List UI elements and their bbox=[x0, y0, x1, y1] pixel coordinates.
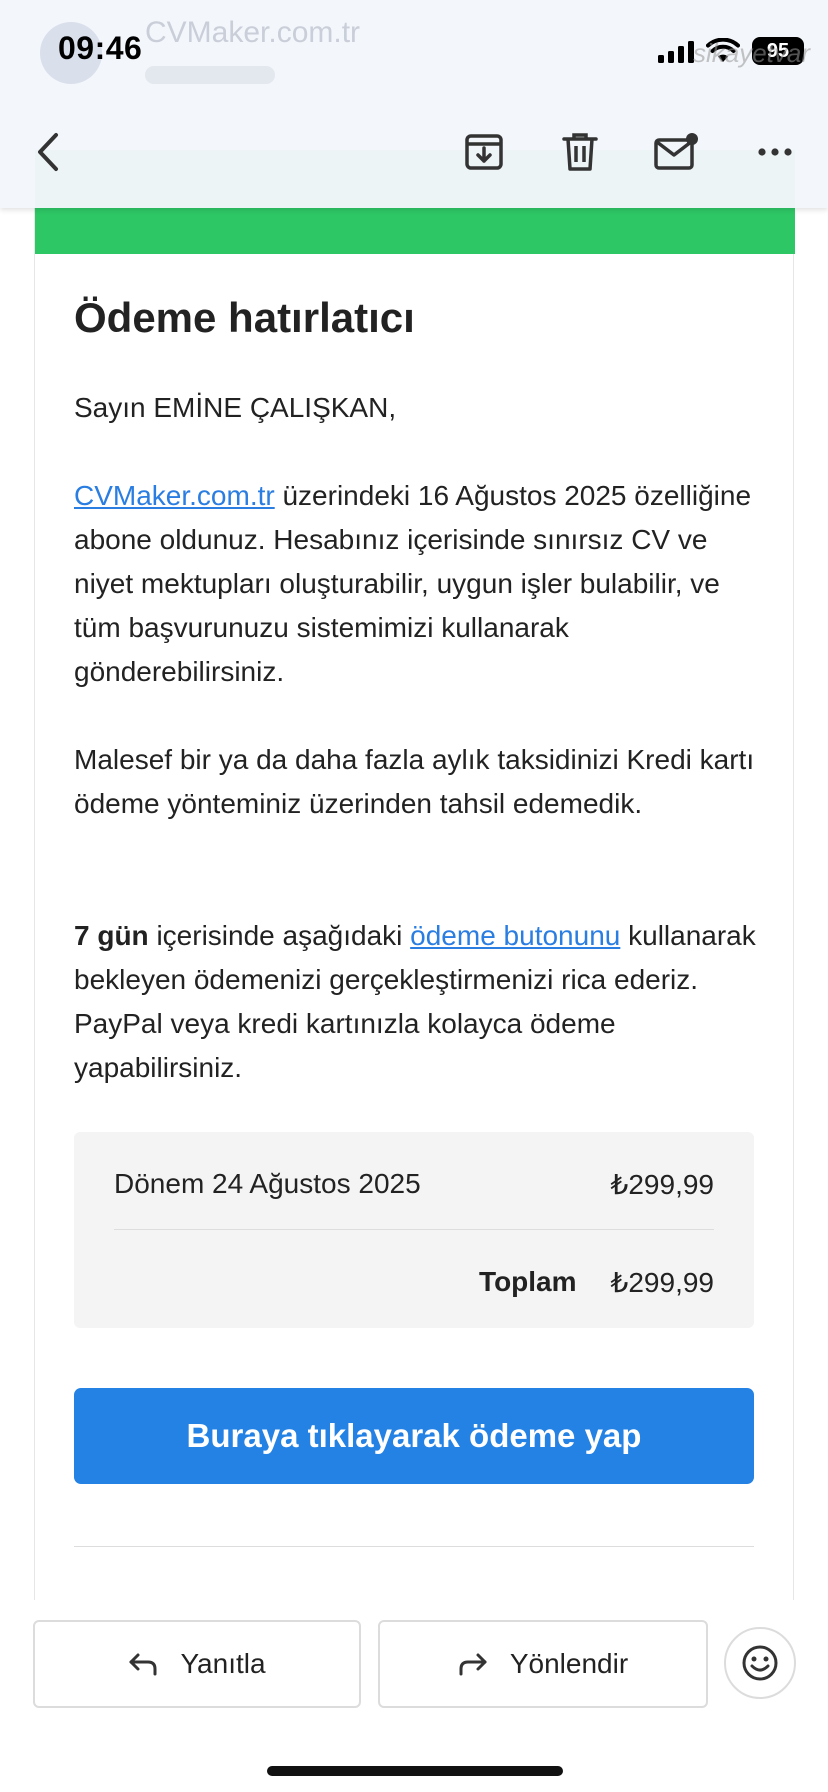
sender-subline-ghost bbox=[145, 66, 275, 84]
email-paragraph-3: 7 gün içerisinde aşağıdaki ödeme butonun… bbox=[74, 914, 760, 1090]
status-time: 09:46 bbox=[58, 30, 143, 66]
total-amount: ₺299,99 bbox=[610, 1266, 714, 1298]
chevron-left-icon bbox=[38, 133, 58, 171]
mail-screen: Ödeme hatırlatıcı Sayın EMİNE ÇALIŞKAN, … bbox=[0, 0, 828, 1792]
summary-total-row: Toplam ₺299,99 bbox=[114, 1260, 714, 1304]
email-greeting: Sayın EMİNE ÇALIŞKAN, bbox=[74, 392, 397, 423]
archive-icon bbox=[465, 134, 503, 170]
content-divider bbox=[74, 1546, 754, 1547]
email-paragraph-2: Malesef bir ya da daha fazla aylık taksi… bbox=[74, 744, 755, 819]
trash-icon bbox=[562, 133, 598, 171]
sender-name-ghost: CVMaker.com.tr bbox=[145, 16, 361, 49]
email-paragraph-1: CVMaker.com.tr üzerindeki 16 Ağustos 202… bbox=[74, 474, 760, 694]
pay-now-button[interactable]: Buraya tıklayarak ödeme yap bbox=[74, 1388, 754, 1484]
cellular-signal-icon bbox=[658, 39, 694, 63]
paragraph-1-text: üzerindeki 16 Ağustos 2025 özelliğine ab… bbox=[74, 480, 752, 687]
total-label: Toplam bbox=[479, 1266, 577, 1297]
period-amount: ₺299,99 bbox=[610, 1168, 714, 1200]
summary-period-row: Dönem 24 Ağustos 2025 ₺299,99 bbox=[114, 1162, 714, 1206]
deadline-text: 7 gün bbox=[74, 920, 149, 951]
top-bar: CVMaker.com.tr 09:46 95 sikayetvar bbox=[0, 0, 828, 208]
payment-button-link[interactable]: ödeme butonunu bbox=[410, 920, 620, 951]
home-indicator bbox=[267, 1766, 563, 1776]
site-link[interactable]: CVMaker.com.tr bbox=[74, 480, 275, 511]
reply-button[interactable]: Yanıtla bbox=[33, 1620, 361, 1708]
archive-button[interactable] bbox=[455, 120, 513, 184]
paragraph-3-text-a: içerisinde aşağıdaki bbox=[148, 920, 411, 951]
payment-summary: Dönem 24 Ağustos 2025 ₺299,99 Toplam ₺29… bbox=[74, 1132, 754, 1328]
email-title: Ödeme hatırlatıcı bbox=[74, 294, 415, 341]
emoji-reaction-button[interactable] bbox=[724, 1627, 796, 1699]
summary-divider bbox=[114, 1229, 714, 1230]
forward-label: Yönlendir bbox=[509, 1648, 629, 1679]
more-button[interactable] bbox=[746, 120, 804, 184]
reply-icon bbox=[129, 1653, 157, 1676]
mail-unread-icon bbox=[654, 133, 698, 170]
back-button[interactable] bbox=[24, 120, 72, 184]
mark-unread-button[interactable] bbox=[646, 120, 706, 184]
emoji-smile-icon bbox=[742, 1645, 778, 1681]
forward-icon bbox=[459, 1653, 487, 1676]
delete-button[interactable] bbox=[551, 120, 609, 184]
bottom-action-bar: Yanıtla Yönlendir bbox=[0, 1600, 828, 1792]
period-label: Dönem 24 Ağustos 2025 bbox=[114, 1168, 421, 1199]
mail-toolbar bbox=[0, 120, 828, 190]
more-horizontal-icon bbox=[758, 148, 792, 156]
reply-label: Yanıtla bbox=[180, 1648, 266, 1679]
watermark-text: sikayetvar bbox=[692, 38, 810, 68]
forward-button[interactable]: Yönlendir bbox=[378, 1620, 708, 1708]
